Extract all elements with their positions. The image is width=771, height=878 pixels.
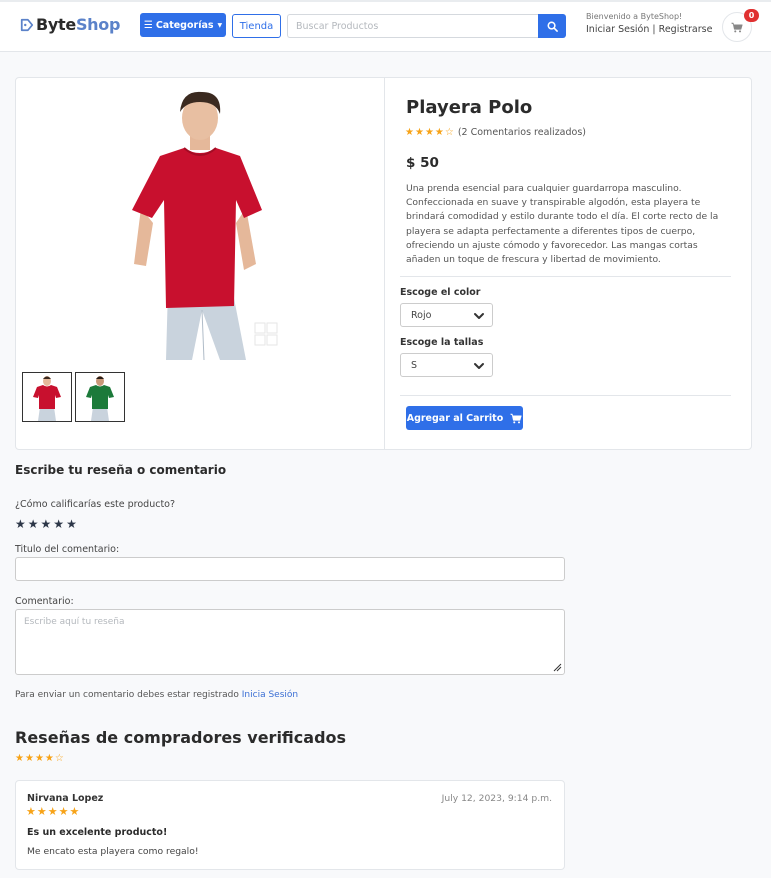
star-icon: ★ xyxy=(15,753,25,764)
comment-placeholder: Escribe aquí tu reseña xyxy=(24,617,125,627)
reviewer-name: Nirvana Lopez xyxy=(27,793,104,804)
tag-icon xyxy=(20,18,34,31)
cart-count-badge: 0 xyxy=(744,9,759,22)
logo[interactable]: ByteShop xyxy=(20,15,120,34)
star-icon: ★ xyxy=(44,753,55,764)
product-price: $ 50 xyxy=(406,155,439,171)
thumb-shirt-red xyxy=(33,385,61,409)
star-icon: ★ xyxy=(405,127,415,138)
star-icon: ★ xyxy=(34,753,45,764)
search-input[interactable] xyxy=(287,14,539,38)
thumbnail-red[interactable] xyxy=(22,372,72,422)
star-icon: ☆ xyxy=(444,127,455,138)
login-required-text: Para enviar un comentario debes estar re… xyxy=(15,690,239,700)
star-icon: ☆ xyxy=(54,753,65,764)
review-body: Me encato esta playera como regalo! xyxy=(27,846,199,857)
color-select-value: Rojo xyxy=(411,309,432,321)
welcome-text: Bienvenido a ByteShop! xyxy=(586,12,683,21)
comment-title-input[interactable] xyxy=(15,557,565,581)
rating-question: ¿Cómo calificarías este producto? xyxy=(15,499,176,510)
logo-text-prefix: Byte xyxy=(36,15,76,34)
star-icon[interactable]: ★ xyxy=(28,517,39,531)
categories-label: Categorías xyxy=(155,19,214,31)
comment-label: Comentario: xyxy=(15,596,74,607)
product-rating: ★★★★☆ (2 Comentarios realizados) xyxy=(405,127,586,138)
login-link[interactable]: Inicia Sesión xyxy=(242,690,298,700)
product-review-count[interactable]: (2 Comentarios realizados) xyxy=(458,127,586,138)
star-icon: ★ xyxy=(36,805,48,818)
size-select-value: S xyxy=(411,359,418,371)
review-date: July 12, 2023, 9:14 p.m. xyxy=(441,793,552,804)
divider xyxy=(400,276,731,277)
size-select[interactable]: S xyxy=(400,353,493,377)
reviews-average-stars: ★★★★☆ xyxy=(15,753,65,764)
star-icon: ★ xyxy=(24,753,35,764)
thumbnail-green[interactable] xyxy=(75,372,125,422)
star-icon[interactable]: ★ xyxy=(53,517,64,531)
add-to-cart-label: Agregar al Carrito xyxy=(406,412,504,424)
star-icon: ★ xyxy=(434,127,445,138)
add-to-cart-button[interactable]: Agregar al Carrito xyxy=(406,406,523,430)
color-label: Escoge el color xyxy=(400,287,481,298)
chevron-down-icon xyxy=(474,313,484,319)
star-icon[interactable]: ★ xyxy=(15,517,26,531)
cart-icon xyxy=(510,413,522,423)
chevron-down-icon xyxy=(474,363,484,369)
register-link[interactable]: Registrarse xyxy=(659,24,713,35)
search-icon xyxy=(547,21,558,32)
star-icon: ★ xyxy=(424,127,435,138)
image-watermark-icon xyxy=(254,322,278,346)
thumb-shirt-green xyxy=(86,385,114,409)
comment-title-label: Titulo del comentario: xyxy=(15,544,120,555)
product-title: Playera Polo xyxy=(406,97,533,118)
product-rating-stars: ★★★★☆ xyxy=(405,127,455,138)
color-select[interactable]: Rojo xyxy=(400,303,493,327)
auth-links: Iniciar Sesión | Registrarse xyxy=(586,24,712,35)
comment-textarea[interactable]: Escribe aquí tu reseña xyxy=(15,609,565,675)
product-divider xyxy=(384,77,385,450)
cart-icon xyxy=(731,22,743,32)
star-icon: ★ xyxy=(47,805,59,818)
resize-handle-icon[interactable] xyxy=(553,663,562,672)
star-icon: ★ xyxy=(26,805,37,818)
star-icon: ★ xyxy=(414,127,425,138)
auth-separator: | xyxy=(652,24,656,35)
menu-icon: ☰ xyxy=(143,19,153,31)
store-button[interactable]: Tienda xyxy=(232,14,281,38)
login-required-note: Para enviar un comentario debes estar re… xyxy=(15,690,298,700)
categories-button[interactable]: ☰ Categorías ▼ xyxy=(140,13,226,37)
star-icon: ★ xyxy=(58,805,70,818)
star-icon[interactable]: ★ xyxy=(41,517,52,531)
review-heading: Es un excelente producto! xyxy=(27,827,168,838)
login-link[interactable]: Iniciar Sesión xyxy=(586,24,649,35)
product-description: Una prenda esencial para cualquier guard… xyxy=(406,183,719,266)
logo-text-suffix: Shop xyxy=(75,15,121,34)
product-main-image[interactable] xyxy=(128,88,282,360)
search-button[interactable] xyxy=(538,14,566,38)
star-icon: ★ xyxy=(69,805,81,818)
size-label: Escoge la tallas xyxy=(400,337,484,348)
reviews-title: Reseñas de compradores verificados xyxy=(15,728,347,747)
rating-input-stars[interactable]: ★ ★ ★ ★ ★ xyxy=(15,517,79,531)
review-form-title: Escribe tu reseña o comentario xyxy=(15,463,227,477)
divider xyxy=(400,395,731,396)
star-icon[interactable]: ★ xyxy=(66,517,77,531)
caret-down-icon: ▼ xyxy=(217,21,223,29)
review-rating-stars: ★★★★★ xyxy=(26,805,80,818)
